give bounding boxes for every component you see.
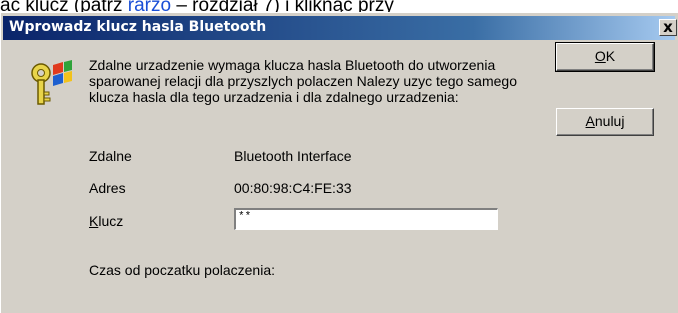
dialog-title: Wprowadz klucz hasla Bluetooth bbox=[9, 19, 267, 35]
cancel-mnemonic: A bbox=[585, 113, 595, 129]
key-label: Klucz bbox=[89, 213, 123, 229]
ok-mnemonic: O bbox=[594, 48, 606, 64]
close-button[interactable]: x bbox=[659, 19, 677, 36]
address-value: 00:80:98:C4:FE:33 bbox=[234, 180, 352, 196]
ok-button[interactable]: OK bbox=[555, 42, 655, 72]
key-label-rest: lucz bbox=[98, 213, 124, 229]
key-label-mnemonic: K bbox=[89, 213, 99, 229]
cancel-button[interactable]: Anuluj bbox=[556, 108, 654, 136]
remote-device-label: Zdalne bbox=[89, 148, 132, 164]
passkey-dialog: Wprowadz klucz hasla Bluetooth x Zdalne … bbox=[0, 12, 678, 313]
address-label: Adres bbox=[89, 180, 126, 196]
dialog-message: Zdalne urzadzenie wymaga klucza hasla Bl… bbox=[89, 57, 517, 105]
ok-label-rest: K bbox=[605, 48, 616, 64]
close-icon: x bbox=[663, 18, 673, 36]
key-icon bbox=[31, 60, 72, 105]
cancel-label-rest: nuluj bbox=[594, 113, 625, 129]
passkey-input[interactable]: ** bbox=[234, 208, 498, 230]
remote-device-value: Bluetooth Interface bbox=[234, 148, 352, 164]
elapsed-time-label: Czas od poczatku polaczenia: bbox=[89, 262, 275, 278]
title-bar[interactable]: Wprowadz klucz hasla Bluetooth x bbox=[3, 16, 677, 40]
